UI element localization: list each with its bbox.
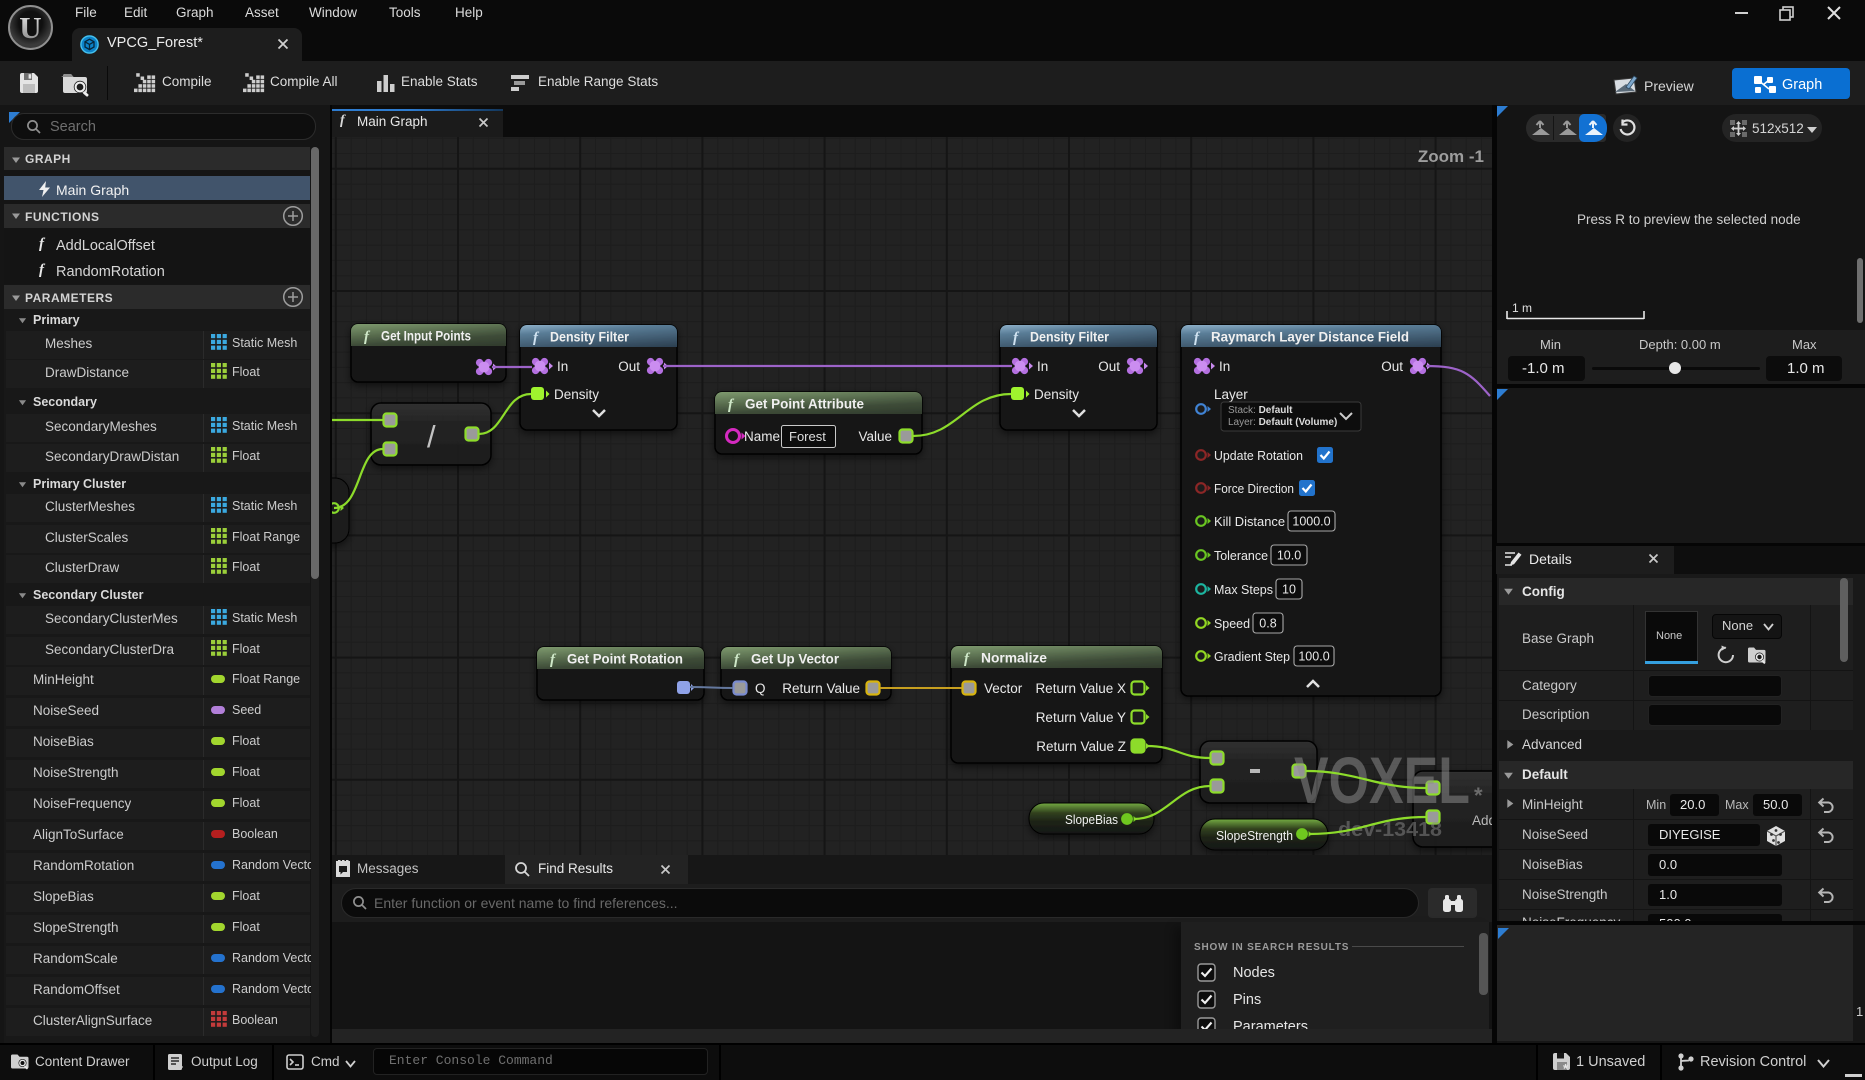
svg-text:0.8: 0.8 <box>1259 617 1276 631</box>
svg-text:/: / <box>427 419 436 454</box>
svg-text:Gradient Step: Gradient Step <box>1214 649 1290 664</box>
svg-text:U: U <box>19 10 41 45</box>
svg-text:Zoom -1: Zoom -1 <box>1418 147 1484 166</box>
svg-text:Force Direction: Force Direction <box>1214 481 1294 496</box>
svg-text:Density: Density <box>1034 387 1079 402</box>
svg-text:Out: Out <box>1098 359 1120 374</box>
svg-text:Get Point Rotation: Get Point Rotation <box>567 652 683 667</box>
svg-text:Value: Value <box>858 429 892 444</box>
svg-text:100.0: 100.0 <box>1298 650 1329 664</box>
svg-text:In: In <box>557 359 568 374</box>
svg-text:VOXEL: VOXEL <box>1294 743 1470 817</box>
svg-text:Normalize: Normalize <box>981 651 1047 666</box>
svg-text:1000.0: 1000.0 <box>1292 515 1330 529</box>
svg-text:Forest: Forest <box>789 429 826 444</box>
svg-text:In: In <box>1219 359 1230 374</box>
svg-text:10.0: 10.0 <box>1277 549 1301 563</box>
svg-text:Raymarch Layer Distance Field: Raymarch Layer Distance Field <box>1211 330 1409 345</box>
svg-text:Max Steps: Max Steps <box>1214 582 1273 597</box>
svg-text:Speed: Speed <box>1214 616 1250 631</box>
svg-text:Out: Out <box>618 359 640 374</box>
svg-text:Density: Density <box>554 387 599 402</box>
svg-text:Density Filter: Density Filter <box>1030 330 1110 345</box>
svg-text:10: 10 <box>1282 583 1296 597</box>
svg-text:SlopeBias: SlopeBias <box>1065 812 1118 827</box>
svg-text:SlopeStrength: SlopeStrength <box>1216 828 1293 843</box>
svg-text:Return Value Y: Return Value Y <box>1036 710 1126 725</box>
svg-text:Update Rotation: Update Rotation <box>1214 448 1303 463</box>
svg-text:Return Value X: Return Value X <box>1035 681 1126 696</box>
svg-text:Layer: Layer <box>1214 387 1248 402</box>
svg-text:Add: Add <box>1472 813 1492 828</box>
svg-text:Return Value Z: Return Value Z <box>1036 739 1126 754</box>
svg-text:Q: Q <box>755 681 766 696</box>
svg-text:Layer: Default (Volume): Layer: Default (Volume) <box>1228 417 1337 428</box>
svg-text:Stack: Default: Stack: Default <box>1228 405 1293 416</box>
svg-text:Get Input Points: Get Input Points <box>381 329 471 344</box>
svg-text:Get Up Vector: Get Up Vector <box>751 652 840 667</box>
svg-text:Tolerance: Tolerance <box>1214 548 1268 563</box>
svg-text:Density Filter: Density Filter <box>550 330 630 345</box>
svg-text:Out: Out <box>1381 359 1403 374</box>
svg-text:Get Point Attribute: Get Point Attribute <box>745 397 864 412</box>
svg-text:In: In <box>1037 359 1048 374</box>
svg-text:Name: Name <box>744 429 780 444</box>
svg-text:Kill Distance: Kill Distance <box>1214 514 1285 529</box>
svg-text:Return Value: Return Value <box>782 681 860 696</box>
svg-text:Vector: Vector <box>984 681 1023 696</box>
svg-text:*: * <box>1474 783 1483 808</box>
